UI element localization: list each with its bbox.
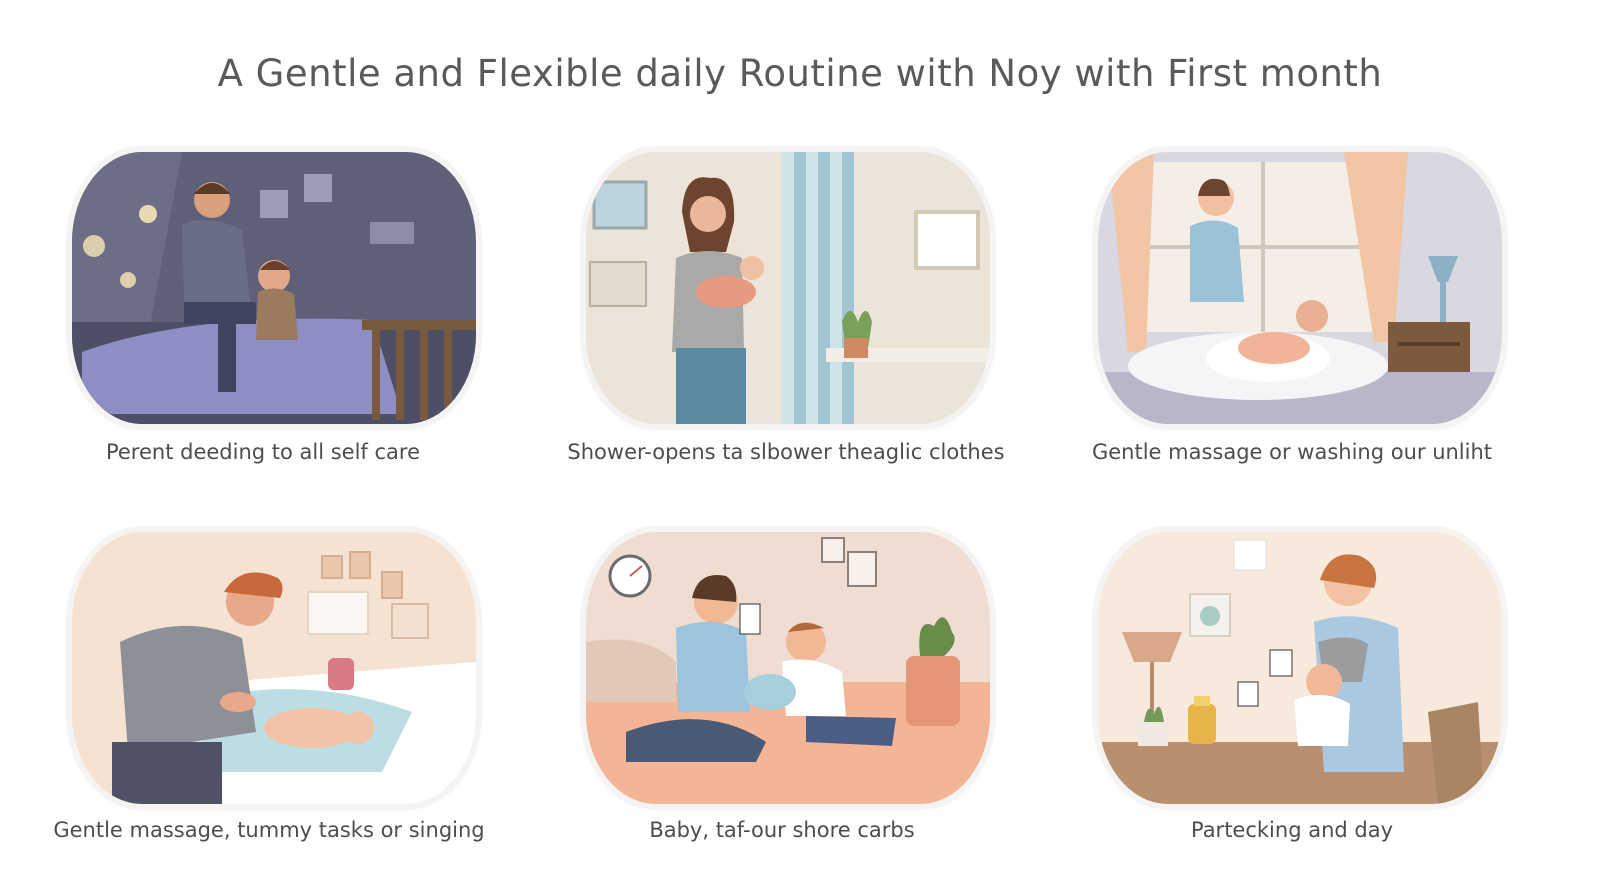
illustration-mother-bathroom [586, 152, 990, 424]
card-caption: Baby, taf-our shore carbs [649, 818, 915, 842]
illustration-mother-playing [586, 532, 990, 804]
card-caption: Gentle massage, tummy tasks or singing [53, 818, 485, 842]
card-caption: Partecking and day [1190, 818, 1394, 842]
card-caption: Shower-opens ta slbower theaglic clothes [567, 440, 1005, 464]
illustration-mother-feeding [1098, 532, 1502, 804]
card-caption: Perent deeding to all self care [105, 440, 421, 464]
illustration-father-night [72, 152, 476, 424]
card-caption: Gentle massage or washing our unliht [1091, 440, 1493, 464]
illustration-mother-massage [1098, 152, 1502, 424]
page-title: A Gentle and Flexible daily Routine with… [217, 52, 1383, 95]
illustration-father-changing [72, 532, 476, 804]
